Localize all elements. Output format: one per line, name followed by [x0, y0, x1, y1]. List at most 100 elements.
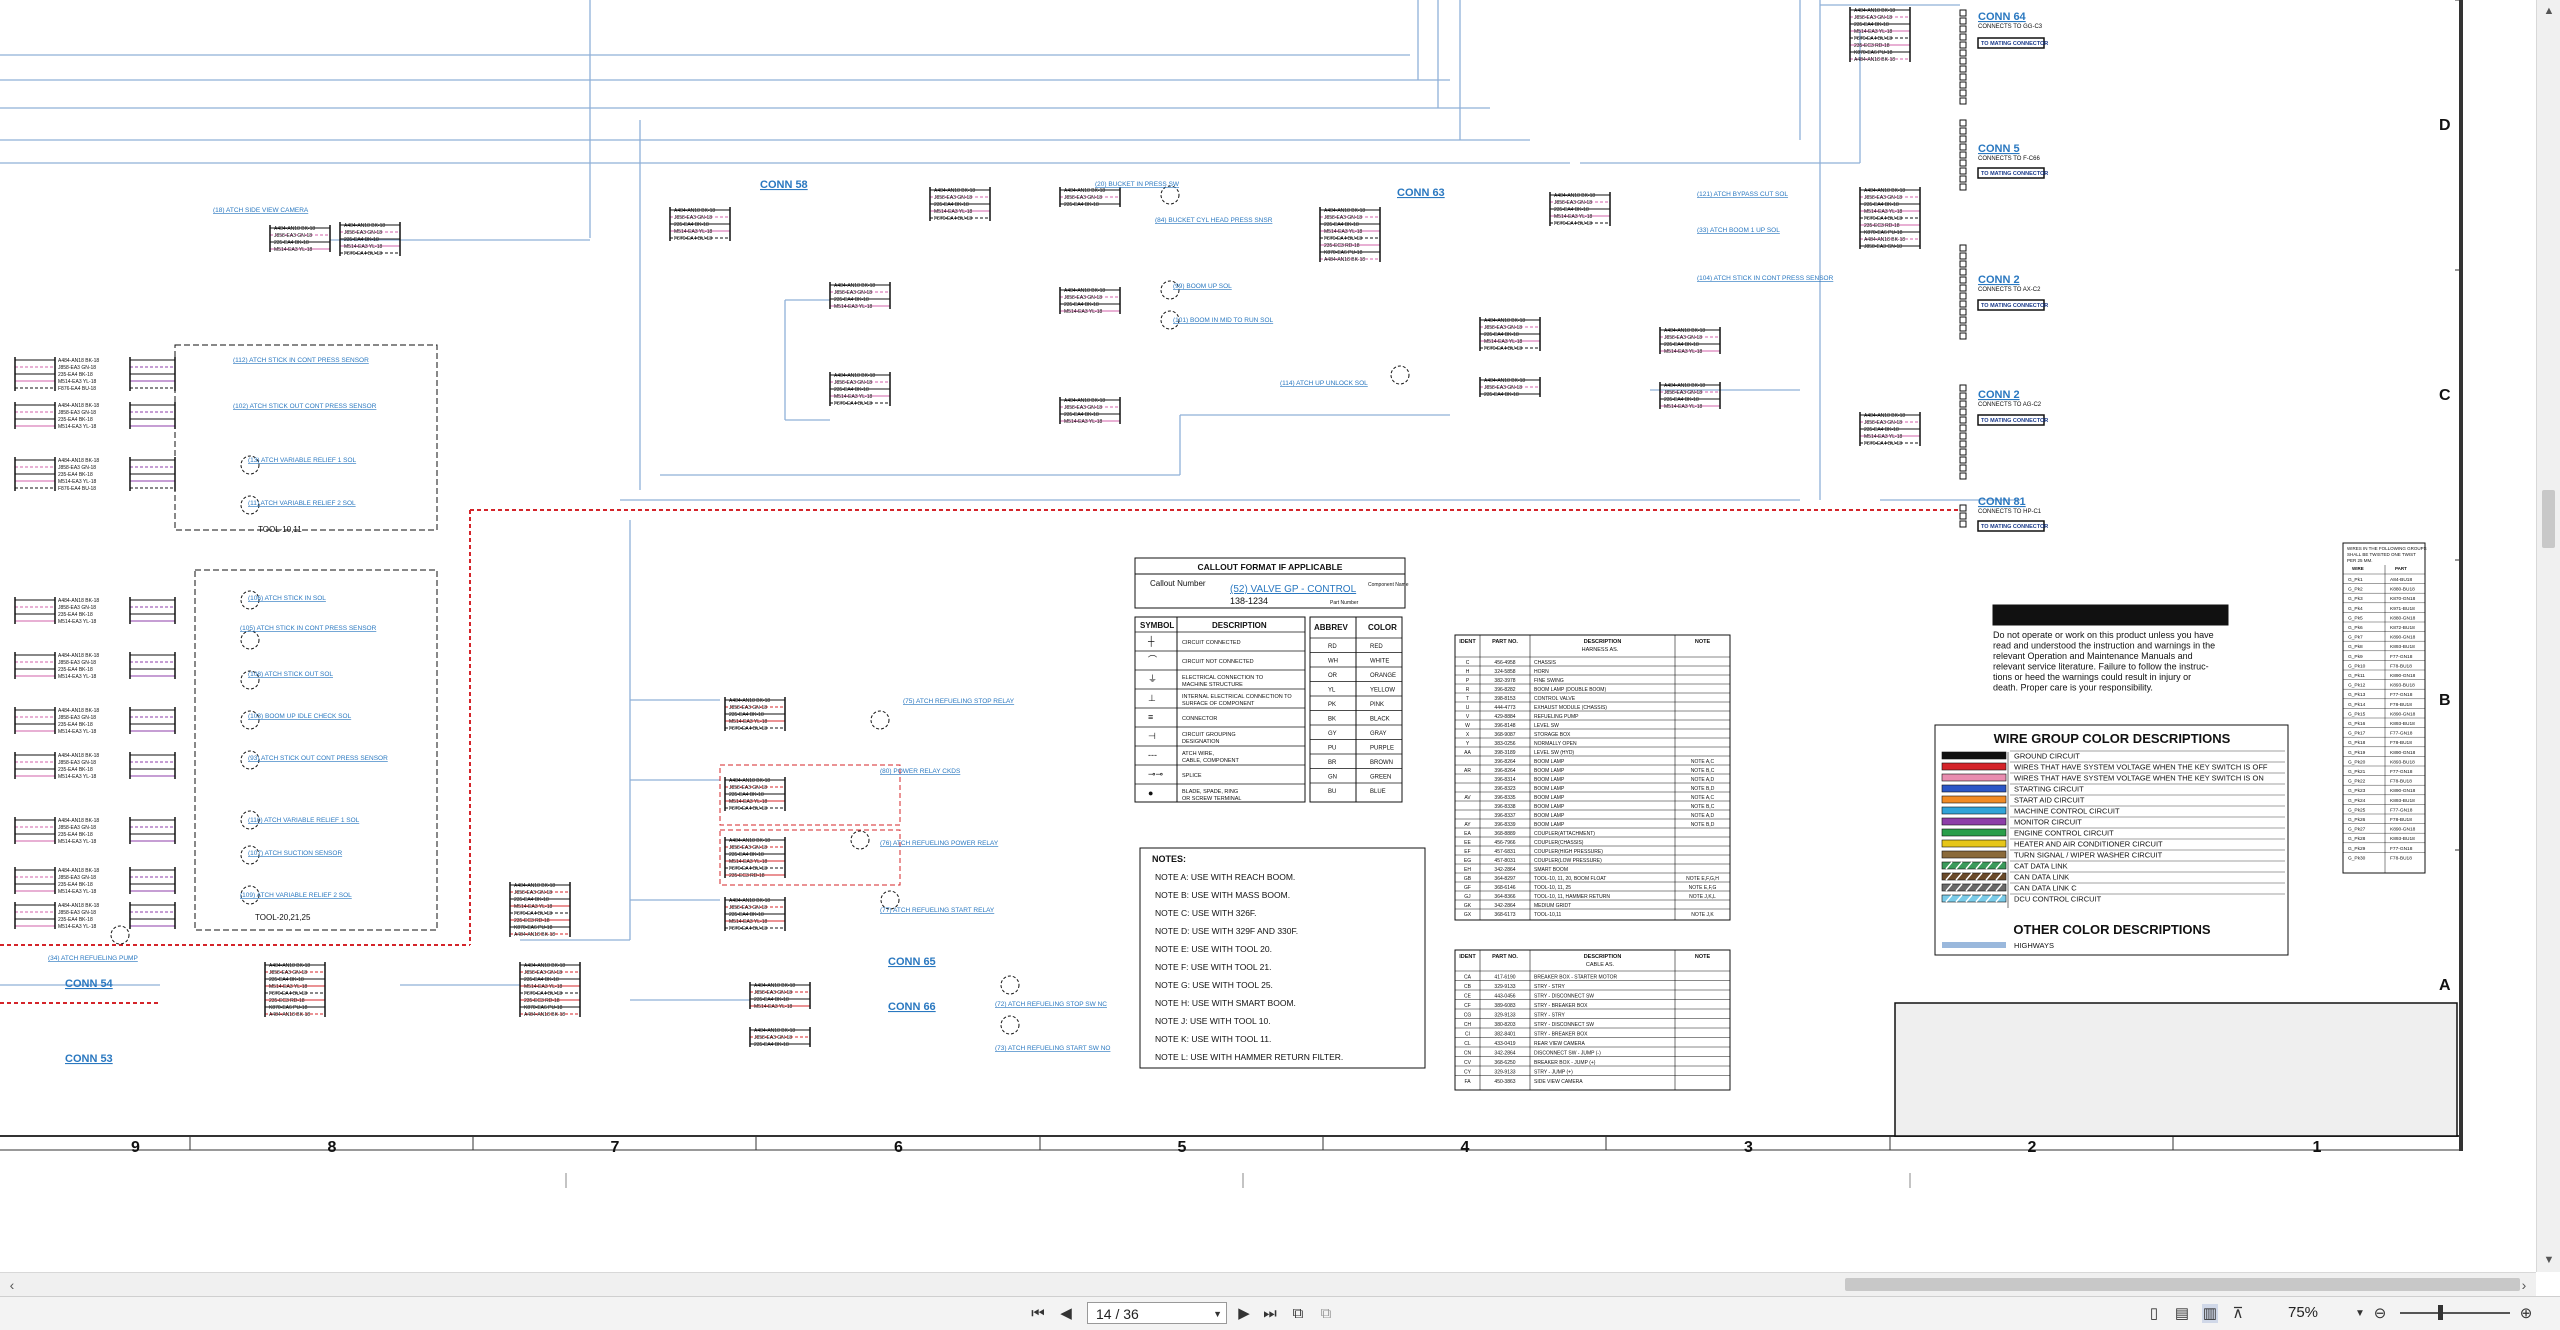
scroll-down-icon[interactable]: ▼ — [2542, 1253, 2556, 1267]
zoom-slider-knob[interactable] — [2438, 1305, 2443, 1320]
zoom-slider[interactable] — [2400, 1305, 2510, 1320]
wire-label: M514-EA3 YL-18 — [834, 304, 872, 310]
wire-label: J858-EA3 GN-18 — [729, 785, 767, 791]
device-symbol — [870, 710, 890, 730]
twisted-wire-part: K971-BU18 — [2390, 606, 2415, 612]
twisted-wire-id: G_Pk22 — [2348, 779, 2366, 785]
wire-label: 235-EA4 BK-18 — [834, 297, 869, 303]
viewer-toolbar: ⏮ ◀ 14 / 36 ▼ ▶ ⏭ ⧉ ⧉ ▯ ▤ ▥ ⊼ 75% ▼ ⊖ ⊕ — [0, 1296, 2560, 1330]
harness-cell: 324-5858 — [1494, 669, 1515, 675]
twisted-wire-id: G_Pk9 — [2348, 654, 2363, 660]
wire-label: M514-EA3 YL-18 — [58, 924, 96, 930]
wire-color-swatch — [1941, 839, 2007, 848]
two-page-view-icon[interactable]: ▥ — [2202, 1304, 2218, 1323]
wire-label: 235-EA4 BK-18 — [729, 792, 764, 798]
wire-label: F876-EA4 BU-18 — [524, 991, 562, 997]
component-label: (104) ATCH STICK IN CONT PRESS SENSOR — [1697, 275, 1834, 282]
previous-page-icon[interactable]: ◀ — [1058, 1304, 1074, 1323]
wire-label: A484-AN18 BK-18 — [1484, 318, 1525, 324]
device-symbol — [110, 925, 130, 945]
wire-label: J858-EA3 GN-18 — [1864, 244, 1902, 250]
wire-label: M514-EA3 YL-18 — [58, 424, 96, 430]
twisted-wire-id: G_Pk15 — [2348, 711, 2366, 717]
wire-label: J858-EA3 GN-18 — [729, 845, 767, 851]
wire-label: A484-AN18 BK-18 — [514, 932, 555, 938]
vertical-scroll-thumb[interactable] — [2542, 490, 2555, 548]
horizontal-scroll-thumb[interactable] — [1845, 1278, 2520, 1291]
component-label: (77) ATCH REFUELING START RELAY — [880, 907, 995, 914]
wire-label: F876-EA4 BU-18 — [1484, 346, 1522, 352]
zoom-level[interactable]: 75% — [2288, 1304, 2318, 1321]
twisted-wire-id: G_Pk27 — [2348, 827, 2366, 833]
cable-cell: CA — [1464, 975, 1472, 981]
document-canvas[interactable]: D C B A 9 8 7 6 5 4 3 2 1 A484-AN18 BK-18 J858-EA3 GN-… — [0, 0, 2536, 1272]
zoom-out-icon[interactable]: ⊖ — [2372, 1304, 2388, 1323]
connector-id: CONN 2 — [1978, 389, 2020, 401]
schematic-drawing: DCBA9 8 7 6 5 4 3 2 1A484-AN18 BK-18J858-EA3 GN-… — [0, 0, 2463, 1188]
wire-color-label: TURN SIGNAL / WIPER WASHER CIRCUIT — [2014, 851, 2163, 860]
wire-label: A484-AN18 BK-18 — [1864, 413, 1905, 419]
first-page-icon[interactable]: ⏮ — [1030, 1304, 1046, 1323]
vertical-scrollbar[interactable]: ▲ ▼ — [2536, 0, 2560, 1272]
abbrev-color-name: BROWN — [1370, 760, 1393, 766]
cable-cell: CE — [1464, 994, 1472, 1000]
twisted-wire-part: K890-GN18 — [2390, 673, 2416, 679]
harness-cell: 368-9087 — [1494, 732, 1515, 738]
wire-label: J858-EA3 GN-18 — [1484, 385, 1522, 391]
wire-label: A484-AN18 BK-18 — [1854, 57, 1895, 63]
harness-cell: GF — [1464, 885, 1471, 891]
twisted-wire-part: K893-BU18 — [2390, 836, 2415, 842]
continuous-view-icon[interactable]: ▤ — [2174, 1304, 2190, 1323]
twisted-wire-part: K890-GN18 — [2390, 788, 2416, 794]
cable-cell: CV — [1464, 1060, 1472, 1066]
component-label: (93) ATCH STICK OUT CONT PRESS SENSOR — [248, 755, 388, 762]
wire-label: M514-EA3 YL-18 — [58, 839, 96, 845]
twisted-wire-part: K893-BU18 — [2390, 721, 2415, 727]
callout-title: CALLOUT FORMAT IF APPLICABLE — [1198, 562, 1343, 572]
connector-id: CONN 5 — [1978, 143, 2020, 155]
connector-subtitle: CONNECTS TO AG-C2 — [1978, 402, 2042, 408]
wire-label: A484-AN18 BK-18 — [1064, 188, 1105, 194]
harness-cell: STORAGE BOX — [1534, 732, 1571, 738]
wire-color-label: GROUND CIRCUIT — [2014, 752, 2080, 761]
wire-label: 235-EA4 BK-18 — [58, 917, 93, 923]
harness-cell: COUPLER(HIGH PRESSURE) — [1534, 849, 1603, 855]
wire-label: 235-EA4 BK-18 — [274, 240, 309, 246]
single-page-view-icon[interactable]: ▯ — [2146, 1304, 2162, 1323]
harness-cell: BOOM LAMP — [1534, 768, 1565, 774]
connector-pin — [1959, 316, 1967, 324]
fit-page-icon[interactable]: ⧉ — [1290, 1304, 1306, 1323]
connector-pin — [1959, 41, 1967, 49]
scroll-left-icon[interactable]: ‹ — [4, 1277, 20, 1293]
wire-label: A484-AN18 BK-18 — [58, 868, 99, 874]
wire-label: J858-EA3 GN-18 — [1664, 390, 1702, 396]
horizontal-scrollbar[interactable]: ‹ › — [0, 1272, 2536, 1297]
harness-header: DESCRIPTION — [1584, 639, 1622, 645]
pdf-viewer: D C B A 9 8 7 6 5 4 3 2 1 A484-AN18 BK-18 J858-EA3 GN-… — [0, 0, 2560, 1330]
twisted-wire-id: G_Pk17 — [2348, 731, 2366, 737]
scroll-right-icon[interactable]: › — [2516, 1277, 2532, 1293]
next-page-icon[interactable]: ▶ — [1236, 1304, 1252, 1323]
zoom-in-icon[interactable]: ⊕ — [2518, 1304, 2534, 1323]
wire-label: A484-AN18 BK-18 — [1864, 237, 1905, 243]
two-page-continuous-icon[interactable]: ⊼ — [2230, 1304, 2246, 1323]
wire-label: M514-EA3 YL-18 — [274, 247, 312, 253]
zoom-dropdown-icon[interactable]: ▼ — [2352, 1304, 2368, 1323]
harness-cell: EXHAUST MODULE (CHASSIS) — [1534, 705, 1607, 711]
harness-cell: EF — [1464, 849, 1470, 855]
abbrev-color-name: ORANGE — [1370, 673, 1396, 679]
connector-pin — [1959, 33, 1967, 41]
page-number-input[interactable]: 14 / 36 ▼ — [1087, 1302, 1227, 1324]
wire-label: M514-EA3 YL-18 — [729, 859, 767, 865]
component-label: (75) ATCH REFUELING STOP RELAY — [903, 698, 1015, 705]
harness-cell: EG — [1464, 858, 1471, 864]
fit-width-icon[interactable]: ⧉ — [1318, 1304, 1334, 1323]
wire-label: A484-AN18 BK-18 — [754, 983, 795, 989]
chevron-down-icon[interactable]: ▼ — [1213, 1303, 1222, 1325]
wire-label: 235-EA4 BK-18 — [58, 667, 93, 673]
wire-color-label: WIRES THAT HAVE SYSTEM VOLTAGE WHEN THE … — [2014, 774, 2264, 783]
wire-color-swatch — [1941, 762, 2007, 771]
last-page-icon[interactable]: ⏭ — [1262, 1304, 1278, 1323]
scroll-up-icon[interactable]: ▲ — [2542, 4, 2556, 18]
harness-cell: SMART BOOM — [1534, 867, 1568, 873]
